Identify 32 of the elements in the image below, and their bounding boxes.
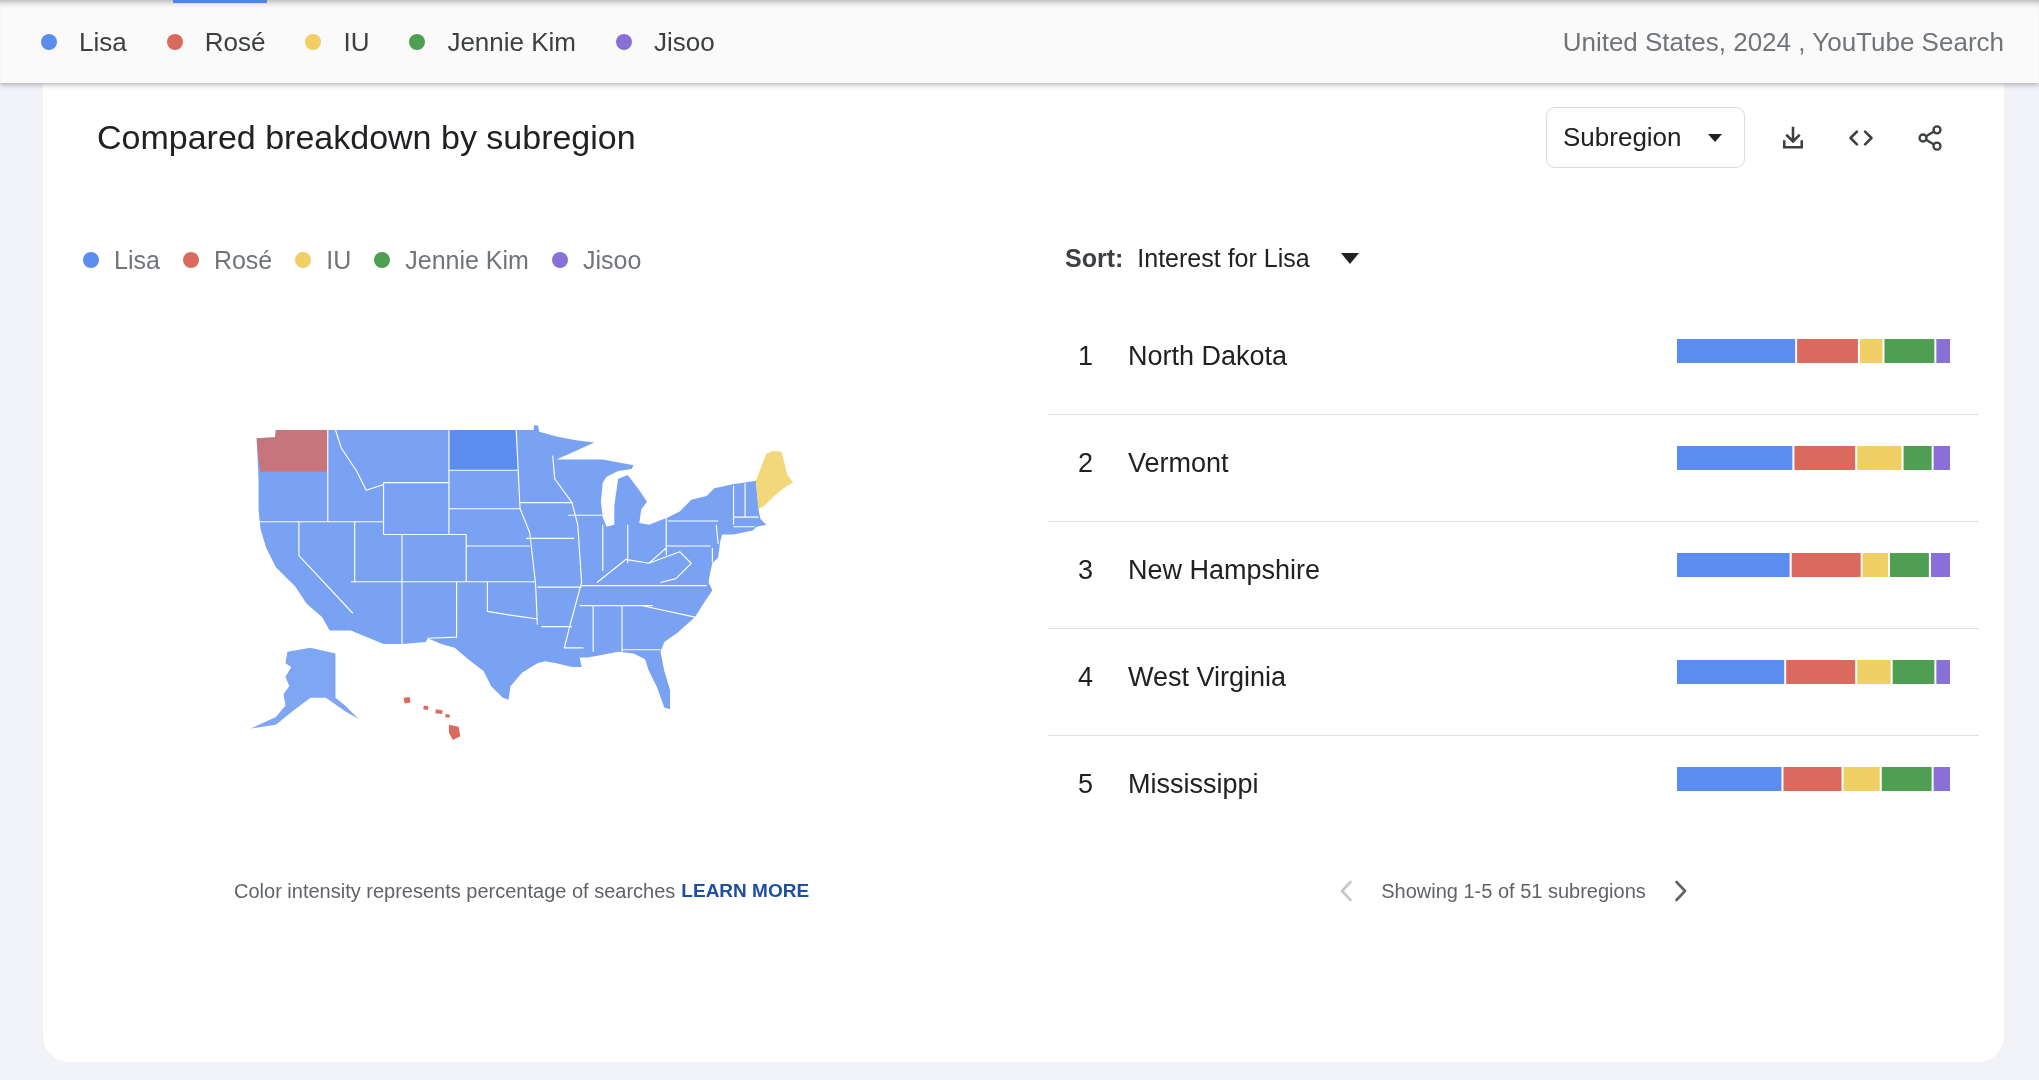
rank-number: 4 — [1078, 663, 1095, 691]
chevron-right-icon[interactable] — [1673, 880, 1688, 902]
legend-label: Rosé — [204, 26, 266, 57]
legend-label: Lisa — [114, 245, 160, 275]
legend-label: IU — [326, 245, 352, 275]
legend-label: Jennie Kim — [447, 26, 577, 57]
sort-label: Sort: — [1065, 243, 1124, 273]
rank-number: 2 — [1078, 449, 1095, 477]
share-icon[interactable] — [1916, 123, 1944, 152]
subregion-dropdown[interactable]: Subregion — [1546, 107, 1745, 168]
legend-label: Rosé — [213, 245, 273, 275]
region-name: West Virginia — [1128, 663, 1287, 691]
caret-icon — [1708, 133, 1722, 142]
map-note: Color intensity represents percentage of searches — [234, 879, 676, 904]
rank-number: 3 — [1078, 556, 1095, 584]
pagination-status: Showing 1-5 of 51 subregions — [1381, 879, 1646, 903]
region-name: North Dakota — [1128, 342, 1288, 370]
legend-label: IU — [343, 26, 370, 57]
region-name: Vermont — [1128, 449, 1229, 477]
context-label: United States, 2024 , YouTube Search — [1562, 26, 2004, 57]
legend-label: Lisa — [79, 26, 127, 57]
rank-number: 1 — [1078, 342, 1095, 370]
legend-label: Jennie Kim — [405, 245, 529, 275]
legend-label: Jisoo — [654, 26, 715, 57]
region-name: Mississippi — [1128, 770, 1259, 798]
rank-number: 5 — [1078, 770, 1095, 798]
sort-dropdown[interactable]: Interest for Lisa — [1137, 243, 1359, 273]
caret-icon — [1340, 252, 1359, 264]
legend-label: Jisoo — [582, 245, 642, 275]
learn-more-link[interactable]: LEARN MORE — [681, 878, 810, 904]
region-name: New Hampshire — [1128, 556, 1321, 584]
card-title: Compared breakdown by subregion — [97, 118, 636, 157]
